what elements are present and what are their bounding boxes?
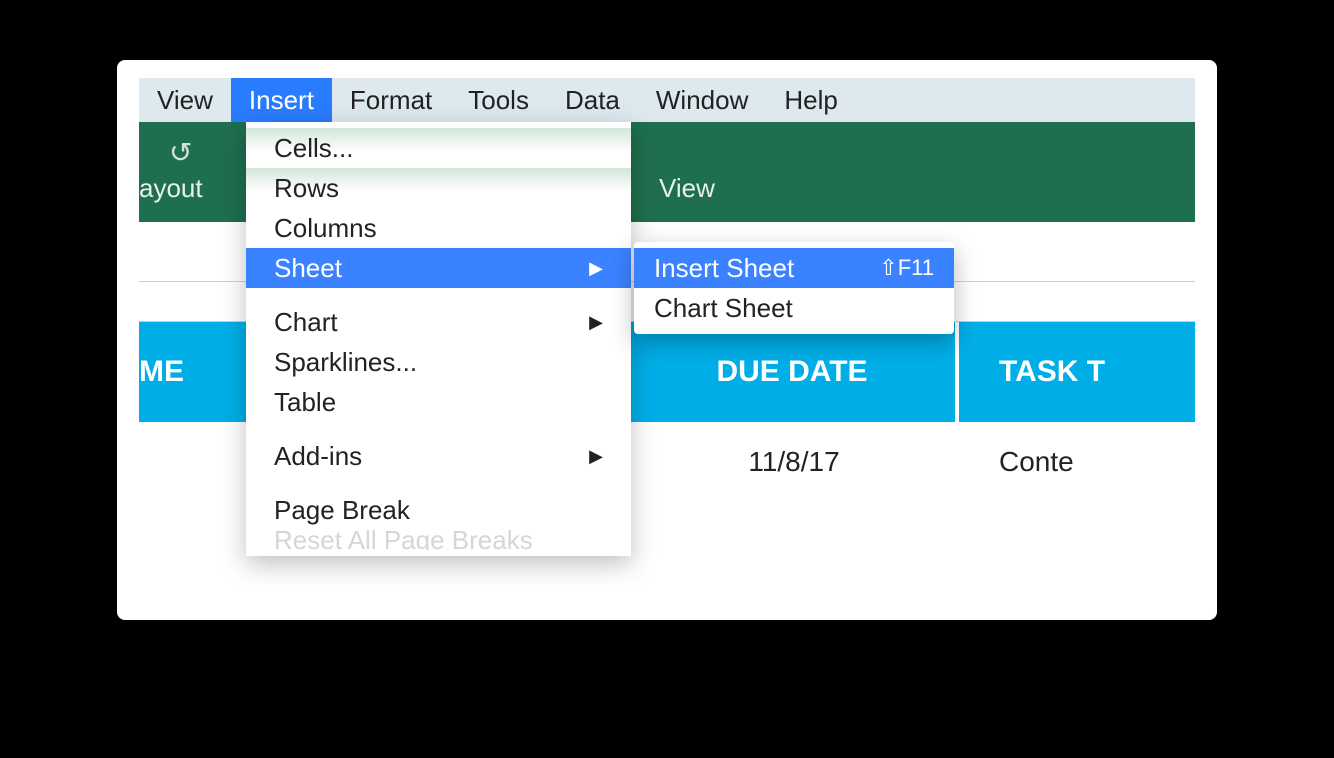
menu-help[interactable]: Help	[766, 78, 855, 122]
menu-item-label: Reset All Page Breaks	[274, 530, 533, 550]
menu-item-table[interactable]: Table	[246, 382, 631, 422]
menu-item-label: Chart	[274, 307, 338, 338]
menu-item-label: Insert Sheet	[654, 253, 794, 284]
menu-item-label: Chart Sheet	[654, 293, 793, 324]
menu-separator	[246, 476, 631, 490]
cell-task[interactable]: Conte	[959, 446, 1195, 478]
header-cell-task[interactable]: TASK T	[959, 322, 1195, 422]
menu-item-label: Page Break	[274, 495, 410, 526]
menu-item-reset-page-breaks: Reset All Page Breaks	[246, 530, 631, 550]
menu-item-page-break[interactable]: Page Break	[246, 490, 631, 530]
menu-tools[interactable]: Tools	[450, 78, 547, 122]
menu-item-sparklines[interactable]: Sparklines...	[246, 342, 631, 382]
menu-separator	[246, 288, 631, 302]
menu-item-columns[interactable]: Columns	[246, 208, 631, 248]
menu-item-rows[interactable]: Rows	[246, 168, 631, 208]
undo-icon[interactable]: ↻	[169, 136, 192, 169]
ribbon-tab-view[interactable]: View	[659, 173, 715, 204]
menu-item-cells[interactable]: Cells...	[246, 128, 631, 168]
menu-item-label: Table	[274, 387, 336, 418]
header-cell-due-date[interactable]: DUE DATE	[629, 322, 959, 422]
menu-insert[interactable]: Insert	[231, 78, 332, 122]
menu-window[interactable]: Window	[638, 78, 766, 122]
menubar: View Insert Format Tools Data Window Hel…	[139, 78, 1195, 122]
menu-item-label: Add-ins	[274, 441, 362, 472]
menu-view[interactable]: View	[139, 78, 231, 122]
keyboard-shortcut: ⇧F11	[879, 255, 934, 281]
ribbon-tab-layout[interactable]: ayout	[139, 173, 203, 204]
menu-separator	[246, 422, 631, 436]
app-window: View Insert Format Tools Data Window Hel…	[117, 60, 1217, 620]
menu-item-label: Rows	[274, 173, 339, 204]
cell-due-date[interactable]: 11/8/17	[629, 446, 959, 478]
chevron-right-icon: ▶	[589, 312, 603, 333]
menu-format[interactable]: Format	[332, 78, 450, 122]
menu-item-label: Sheet	[274, 253, 342, 284]
menu-item-chart[interactable]: Chart ▶	[246, 302, 631, 342]
submenu-item-chart-sheet[interactable]: Chart Sheet	[634, 288, 954, 328]
chevron-right-icon: ▶	[589, 258, 603, 279]
sheet-submenu: Insert Sheet ⇧F11 Chart Sheet	[634, 242, 954, 334]
menu-item-addins[interactable]: Add-ins ▶	[246, 436, 631, 476]
menu-item-label: Columns	[274, 213, 377, 244]
submenu-item-insert-sheet[interactable]: Insert Sheet ⇧F11	[634, 248, 954, 288]
chevron-right-icon: ▶	[589, 446, 603, 467]
menu-item-sheet[interactable]: Sheet ▶	[246, 248, 631, 288]
menu-data[interactable]: Data	[547, 78, 638, 122]
insert-dropdown: Cells... Rows Columns Sheet ▶ Chart ▶ Sp…	[246, 122, 631, 556]
menu-item-label: Sparklines...	[274, 347, 417, 378]
menu-item-label: Cells...	[274, 133, 353, 164]
